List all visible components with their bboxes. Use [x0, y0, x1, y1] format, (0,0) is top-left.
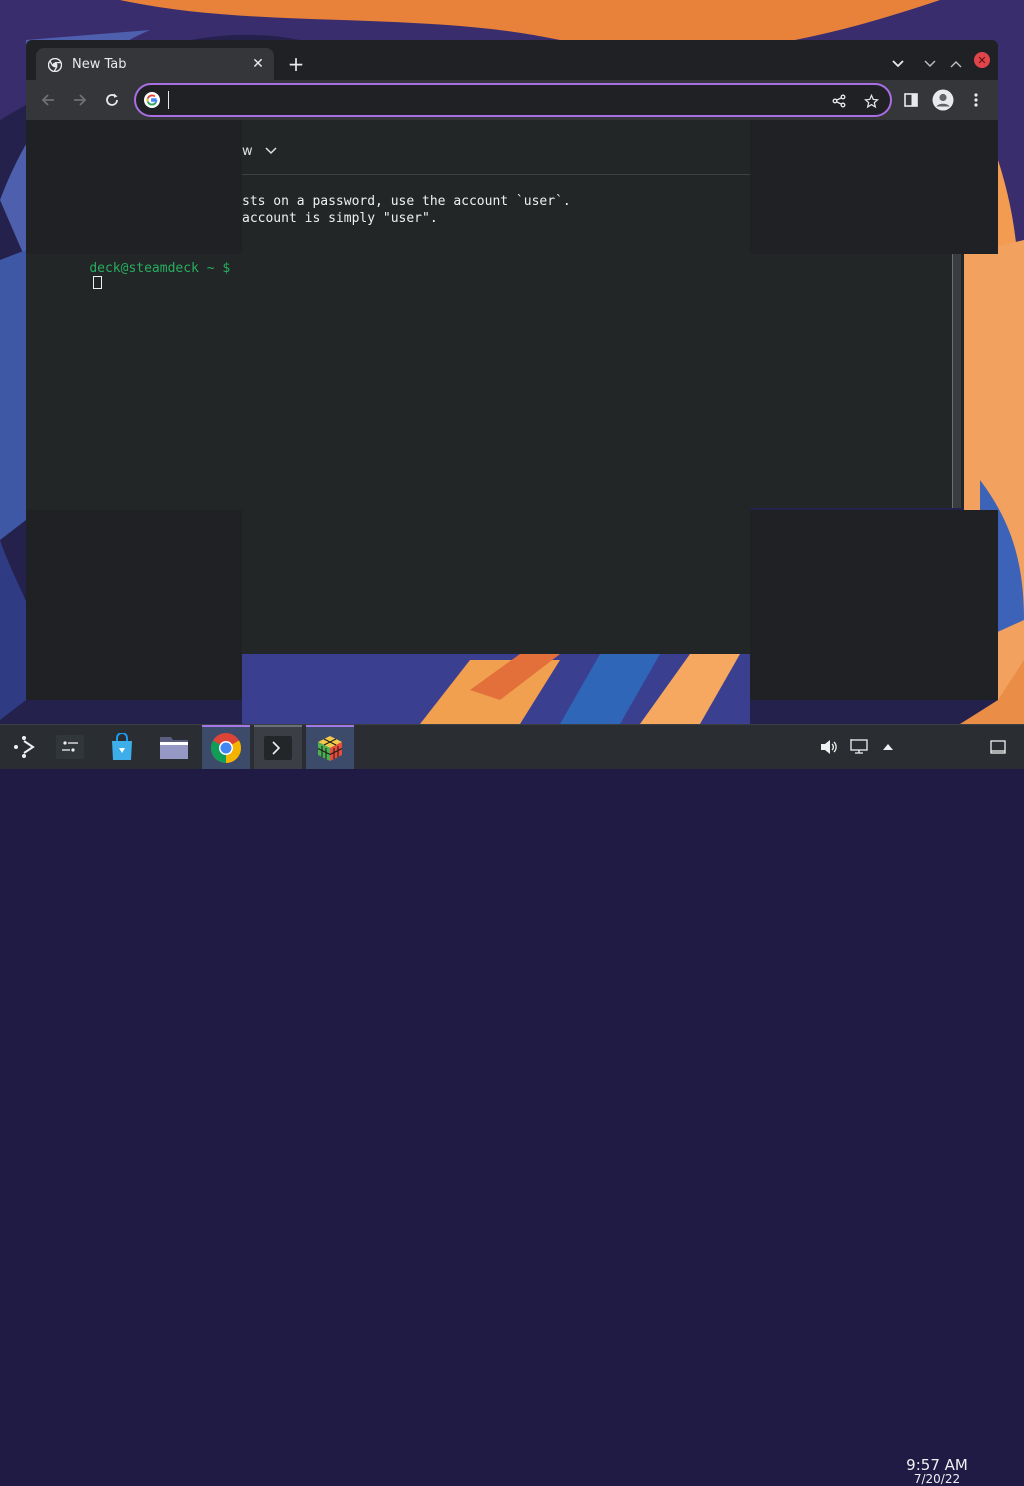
text-cursor [168, 91, 169, 109]
tab-new-tab[interactable]: New Tab ✕ [36, 48, 274, 80]
overlay-panel [26, 120, 242, 254]
view-menu-button[interactable]: w [242, 144, 277, 159]
tab-search-icon[interactable] [888, 54, 908, 74]
chevron-down-icon [265, 144, 277, 159]
terminal-output-line: account is simply "user". [242, 211, 438, 226]
terminal-right-pane [750, 254, 964, 508]
back-arrow-icon[interactable] [34, 86, 62, 114]
task-manager-icon[interactable] [46, 725, 94, 769]
bookmark-star-icon[interactable] [860, 90, 882, 112]
url-input[interactable] [168, 90, 812, 112]
overlay-panel [750, 510, 998, 700]
overlay-panel [26, 510, 242, 700]
network-icon[interactable] [848, 725, 870, 769]
new-tab-button[interactable]: + [284, 52, 308, 76]
discover-store-icon[interactable] [98, 725, 146, 769]
chrome-taskbar-icon[interactable] [202, 725, 250, 769]
game-cube-icon[interactable] [306, 725, 354, 769]
system-tray-expand-icon[interactable] [878, 725, 898, 769]
more-menu-icon[interactable] [962, 86, 990, 114]
show-desktop-icon[interactable] [986, 725, 1010, 769]
maximize-icon[interactable] [946, 54, 966, 74]
terminal-scrollbar[interactable] [952, 254, 961, 508]
browser-window: New Tab ✕ + ✕ [26, 40, 998, 120]
volume-icon[interactable] [818, 725, 840, 769]
terminal-prompt: deck@steamdeck ~ $ [58, 246, 230, 307]
address-bar[interactable] [134, 83, 892, 117]
clock-date[interactable]: 7/20/22 [898, 1472, 976, 1486]
browser-toolbar [26, 80, 998, 120]
forward-arrow-icon[interactable] [66, 86, 94, 114]
reload-icon[interactable] [98, 86, 126, 114]
chrome-icon [47, 57, 63, 73]
minimize-icon[interactable] [920, 54, 940, 74]
google-icon [144, 92, 160, 108]
overlay-panel [750, 120, 998, 254]
terminal-output-line: sts on a password, use the account `user… [242, 194, 571, 209]
close-icon[interactable]: ✕ [248, 54, 268, 74]
window-close-icon[interactable]: ✕ [974, 52, 990, 68]
text-cursor [93, 276, 103, 289]
side-panel-icon[interactable] [897, 86, 925, 114]
taskbar: 9:57 AM 7/20/22 [0, 724, 1024, 1486]
konsole-icon[interactable] [254, 725, 302, 769]
view-menu-label: w [242, 144, 253, 159]
profile-avatar-icon[interactable] [929, 86, 957, 114]
share-icon[interactable] [828, 90, 850, 112]
tab-title: New Tab [72, 56, 127, 72]
application-launcher-icon[interactable] [0, 725, 48, 769]
file-manager-icon[interactable] [150, 725, 198, 769]
prompt-text: deck@steamdeck ~ $ [89, 261, 231, 276]
